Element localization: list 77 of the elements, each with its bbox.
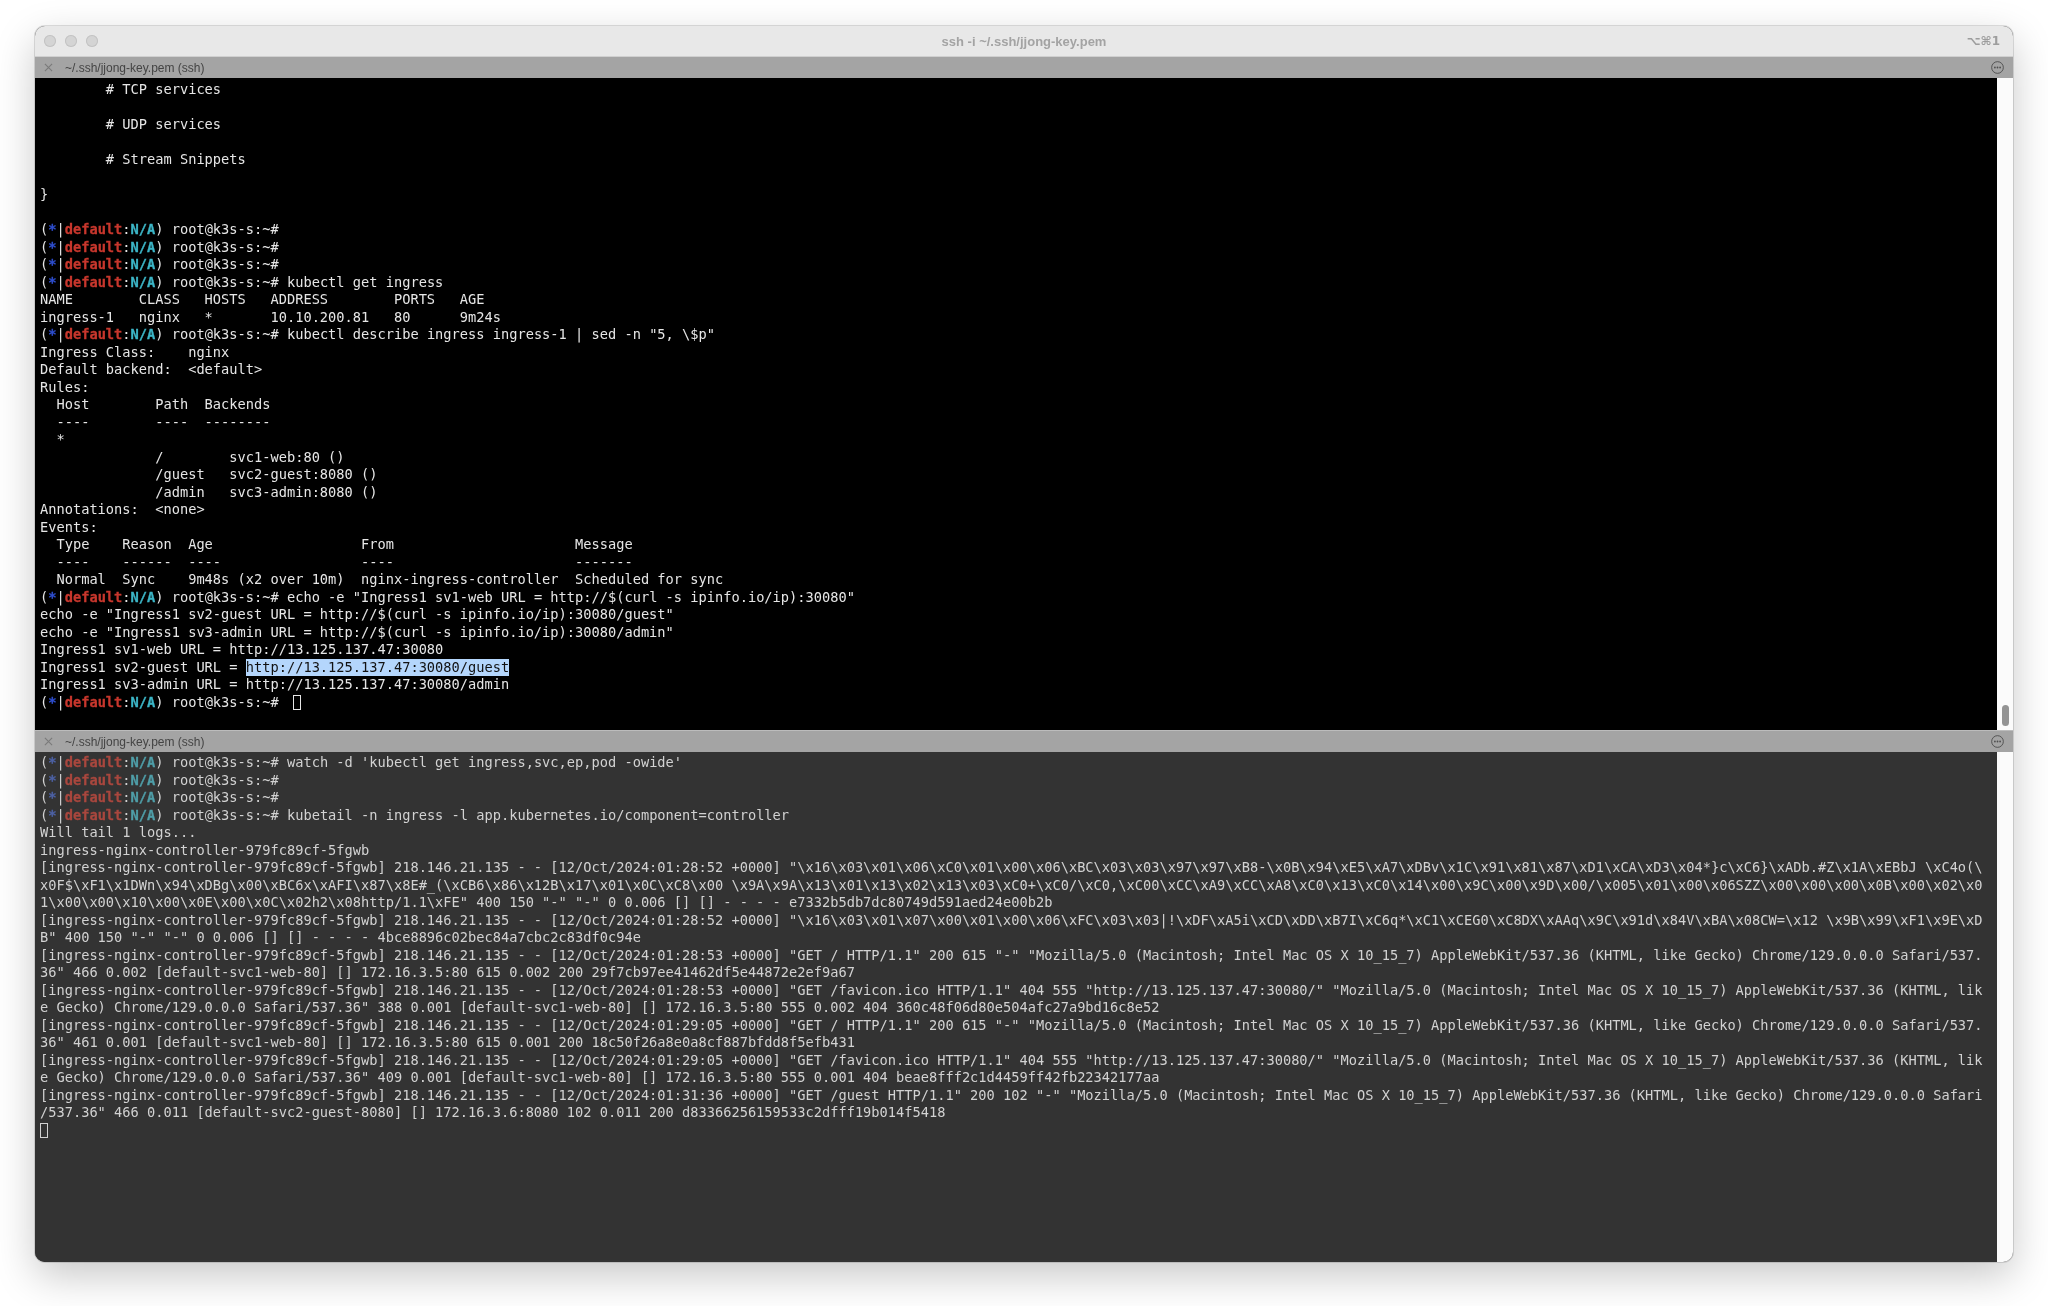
more-options-icon[interactable] — [1991, 61, 2004, 74]
terminal-output: /guest svc2-guest:8080 () — [154, 466, 378, 484]
terminal-output: 36" 466 0.002 [default-svc1-web-80] [] 172.16.3.5:80 615 0.002 200 29f7cb97ee41462df5e44872e2ef9a67 — [40, 964, 855, 982]
terminal-output: /537.36" 466 0.011 [default-svc2-guest-8080] [] 172.16.3.6:8080 102 0.011 200 d83366256159533c2dfff19b014f5418 — [40, 1104, 946, 1122]
shell-prompt: (*|default:N/A) — [40, 273, 164, 291]
terminal-output: Host Path Backends — [55, 396, 271, 414]
terminal-output: Type Reason Age From Message — [55, 536, 633, 554]
terminal-output: Ingress1 sv2-guest URL = — [40, 658, 239, 676]
terminal-output: * — [55, 431, 65, 449]
terminal-output: [ingress-nginx-controller-979fc89cf-5fgwb] 218.146.21.135 - - [12/Oct/2024:01:28:52 +0000] "\x16\x03\x01\x06\xC0\x01\x00\x06\xBC\x03\x03\x97\x97\xB8-\x0B\x94\xE5\xA7\xDBv\x1C\x91\x81\x87\xD1\xCA\xD3\x04*}c\xC6}\xADb.#Z\x1A\xEBbJ \xC4o(\ — [40, 859, 1983, 877]
terminal-output: # Stream Snippets — [104, 151, 246, 169]
terminal-output: Ingress1 sv3-admin URL = http://13.125.137.47:30080/admin — [40, 676, 510, 694]
shell-prompt: (*|default:N/A) — [40, 771, 164, 789]
terminal-output: Rules: — [40, 378, 90, 396]
tab-title[interactable]: ~/.ssh/jjong-key.pem (ssh) — [65, 60, 205, 75]
shell-prompt: (*|default:N/A) — [40, 588, 164, 606]
terminal-output: NAME CLASS HOSTS ADDRESS PORTS AGE — [40, 291, 485, 309]
command-line: root@k3s-s:~# kubectl describe ingress ingress-1 | sed -n "5, \$p" — [171, 326, 715, 344]
shell-prompt: (*|default:N/A) — [40, 221, 164, 239]
close-icon[interactable] — [44, 63, 53, 72]
terminal-output: /admin svc3-admin:8080 () — [154, 483, 378, 501]
command-line: root@k3s-s:~# — [171, 789, 279, 807]
window-control-icon[interactable] — [86, 35, 98, 47]
terminal-output: Events: — [40, 518, 98, 536]
terminal-output: ---- ---- -------- — [55, 413, 271, 431]
shell-prompt: (*|default:N/A) — [40, 238, 164, 256]
command-line: root@k3s-s:~# — [171, 693, 279, 711]
terminal-output: [ingress-nginx-controller-979fc89cf-5fgwb] 218.146.21.135 - - [12/Oct/2024:01:29:05 +0000] "GET / HTTP/1.1" 200 615 "-" "Mozilla/5.0 (Macintosh; Intel Mac OS X 10_15_7) AppleWebKit/537.36 (KHTML, like Gecko) Chrome/129.0.0.0 Safari/537. — [40, 1016, 1983, 1034]
terminal-output: / svc1-web:80 () — [154, 448, 345, 466]
terminal-output: ---- ------ ---- ---- ------- — [55, 553, 633, 571]
shell-prompt: (*|default:N/A) — [40, 789, 164, 807]
terminal-output: echo -e "Ingress1 sv2-guest URL = http://$(curl -s ipinfo.io/ip):30080/guest" — [40, 606, 674, 624]
window-control-icon[interactable] — [65, 35, 77, 47]
terminal-output: [ingress-nginx-controller-979fc89cf-5fgwb] 218.146.21.135 - - [12/Oct/2024:01:28:52 +0000] "\x16\x03\x01\x07\x00\x01\x00\x06\xFC\x03\x03|!\xDF\xA5i\xCD\xDD\xB7I\xC6q*\xC1\xCEG0\xC8DX\xAAq\x9C\x91d\x84V\xBA\x08CW=\x12 \x9B\x99\xF1\x9E\xD — [40, 911, 1983, 929]
terminal-output: e Gecko) Chrome/129.0.0.0 Safari/537.36" 388 0.001 [default-svc1-web-80] [] 172.16.3.5:80 555 0.002 404 360c48f06d80e504afc27a9bd16c8e52 — [40, 999, 1160, 1017]
terminal-output: [ingress-nginx-controller-979fc89cf-5fgwb] 218.146.21.135 - - [12/Oct/2024:01:28:53 +0000] "GET / HTTP/1.1" 200 615 "-" "Mozilla/5.0 (Macintosh; Intel Mac OS X 10_15_7) AppleWebKit/537.36 (KHTML, like Gecko) Chrome/129.0.0.0 Safari/537. — [40, 946, 1983, 964]
terminal-output: e Gecko) Chrome/129.0.0.0 Safari/537.36" 409 0.001 [default-svc1-web-80] [] 172.16.3.5:80 555 0.001 404 beae8fff2c1d4459ff42fb22342177aa — [40, 1069, 1160, 1087]
command-line: root@k3s-s:~# echo -e "Ingress1 sv1-web URL = http://$(curl -s ipinfo.io/ip):30080" — [171, 588, 855, 606]
terminal-output: # TCP services — [104, 81, 222, 99]
shell-prompt: (*|default:N/A) — [40, 256, 164, 274]
terminal-output: x0F$\xF1\x1DWn\x94\xDBg\x00\xBC6x\xAFI\x87\x8E#_(\xCB6\x86\x12B\x17\x01\x0C\xC8\x00 \x9A\x9A\x13\x01\x13\x02\x13\x03\xC0+\xC0/\xC0,\xC00\xCC\xA9\xCC\xA8\xC0\x13\xC0\x14\x00\x9C\x00\x9D\x00/\x005\x01\x00\x06SZZ\x00\x00\x00\x0B\x00\x02\x0 — [40, 876, 1983, 894]
shell-prompt: (*|default:N/A) — [40, 806, 164, 824]
command-line: root@k3s-s:~# — [171, 221, 279, 239]
terminal-output: ingress-1 nginx * 10.10.200.81 80 9m24s — [40, 308, 501, 326]
terminal-output: B" 400 150 "-" "-" 0 0.006 [] [] - - - - 4bce8896c02bec84a7cbc2c83df0c94e — [40, 929, 641, 947]
shortcut-label: ⌥⌘1 — [1966, 34, 2001, 48]
command-line: root@k3s-s:~# kubectl get ingress — [171, 273, 444, 291]
terminal-output: Normal Sync 9m48s (x2 over 10m) nginx-ingress-controller Scheduled for sync — [55, 571, 724, 589]
terminal-output: 36" 461 0.001 [default-svc1-web-80] [] 172.16.3.5:80 615 0.001 200 18c50f26a8e0a8cf887bfdd8f5efb431 — [40, 1034, 855, 1052]
command-line: root@k3s-s:~# — [171, 238, 279, 256]
tab-title[interactable]: ~/.ssh/jjong-key.pem (ssh) — [65, 734, 205, 749]
terminal-output: [ingress-nginx-controller-979fc89cf-5fgwb] 218.146.21.135 - - [12/Oct/2024:01:29:05 +0000] "GET /favicon.ico HTTP/1.1" 404 555 "http://13.125.137.47:30080/" "Mozilla/5.0 (Macintosh; Intel Mac OS X 10_15_7) AppleWebKit/537.36 (KHTML, lik — [40, 1051, 1983, 1069]
command-line: root@k3s-s:~# — [171, 256, 279, 274]
terminal-output: Annotations: <none> — [40, 501, 205, 519]
terminal-output: Ingress1 sv1-web URL = http://13.125.137.47:30080 — [40, 641, 444, 659]
shell-prompt: (*|default:N/A) — [40, 754, 164, 772]
terminal-output: echo -e "Ingress1 sv3-admin URL = http://$(curl -s ipinfo.io/ip):30080/admin" — [40, 623, 674, 641]
terminal-output: ingress-nginx-controller-979fc89cf-5fgwb — [40, 841, 370, 859]
terminal-output: } — [40, 186, 49, 204]
shell-prompt: (*|default:N/A) — [40, 693, 164, 711]
terminal-output: [ingress-nginx-controller-979fc89cf-5fgwb] 218.146.21.135 - - [12/Oct/2024:01:28:53 +0000] "GET /favicon.ico HTTP/1.1" 404 555 "http://13.125.137.47:30080/" "Mozilla/5.0 (Macintosh; Intel Mac OS X 10_15_7) AppleWebKit/537.36 (KHTML, lik — [40, 981, 1983, 999]
selected-text: http://13.125.137.47:30080/guest — [245, 658, 510, 676]
window-title: ssh -i ~/.ssh/jjong-key.pem — [941, 33, 1107, 49]
window-control-icon[interactable] — [44, 35, 56, 47]
close-icon[interactable] — [44, 737, 53, 746]
scrollbar-thumb[interactable] — [2002, 705, 2009, 726]
terminal-output: Will tail 1 logs... — [40, 824, 197, 842]
more-options-icon[interactable] — [1991, 735, 2004, 748]
terminal-output: Default backend: <default> — [40, 361, 263, 379]
terminal-output: 1\x00\x00\x10\x00\x0E\x00\x0C\x02h2\x08http/1.1\xFE" 400 150 "-" "-" 0 0.006 [] [] - - - - e7332b5db7dc80749d591aed24e00b2b — [40, 894, 1053, 912]
command-line: root@k3s-s:~# watch -d 'kubectl get ingress,svc,ep,pod -owide' — [171, 754, 683, 772]
terminal-output: # UDP services — [104, 116, 222, 134]
command-line: root@k3s-s:~# kubetail -n ingress -l app.kubernetes.io/component=controller — [171, 806, 790, 824]
terminal-output: [ingress-nginx-controller-979fc89cf-5fgwb] 218.146.21.135 - - [12/Oct/2024:01:31:36 +0000] "GET /guest HTTP/1.1" 200 102 "-" "Mozilla/5.0 (Macintosh; Intel Mac OS X 10_15_7) AppleWebKit/537.36 (KHTML, like Gecko) Chrome/129.0.0.0 Safari — [40, 1086, 1983, 1104]
terminal-output: Ingress Class: nginx — [40, 343, 230, 361]
shell-prompt: (*|default:N/A) — [40, 326, 164, 344]
command-line: root@k3s-s:~# — [171, 771, 279, 789]
